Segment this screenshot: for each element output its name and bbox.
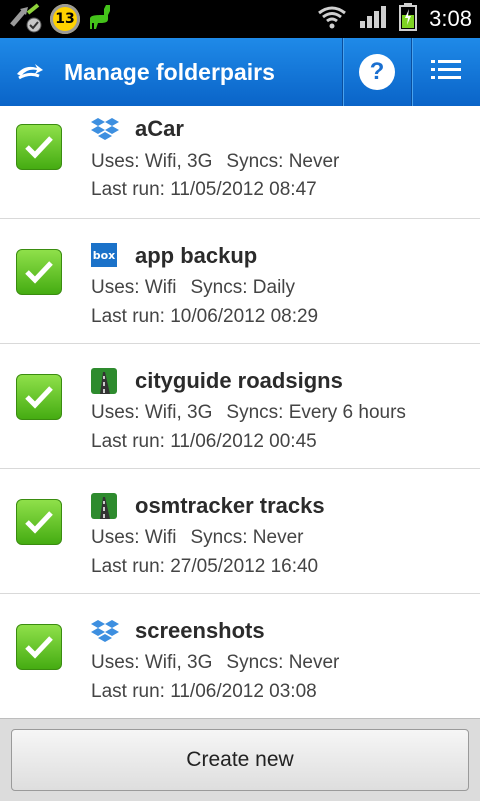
last-run-text: Last run: 11/05/2012 08:47 [91, 179, 317, 200]
list-item[interactable]: cityguide roadsigns Uses: Wifi, 3G Syncs:… [0, 344, 480, 469]
folderpair-name: app backup [135, 243, 258, 268]
syncs-text: Syncs: Every 6 hours [226, 402, 406, 423]
create-new-button[interactable]: Create new [11, 729, 469, 791]
folderpair-name: screenshots [135, 618, 265, 643]
folderpair-info: Uses: Wifi, 3G Syncs: Every 6 hours [91, 402, 406, 424]
wifi-icon [317, 5, 347, 33]
folderpair-info: Uses: Wifi Syncs: Never [91, 527, 303, 549]
syncs-text: Syncs: Never [226, 652, 340, 673]
battery-icon [399, 3, 418, 35]
menu-button[interactable] [411, 38, 480, 106]
syncs-text: Syncs: Daily [190, 277, 296, 298]
folderpair-name: osmtracker tracks [135, 493, 325, 518]
last-run-text: Last run: 27/05/2012 16:40 [91, 556, 319, 577]
enabled-checkbox[interactable] [16, 124, 62, 170]
last-run-text: Last run: 11/06/2012 00:45 [91, 431, 317, 452]
uses-text: Uses: Wifi, 3G [91, 402, 213, 423]
action-bar: Manage folderpairs ? [0, 38, 480, 106]
llama-icon [86, 1, 118, 37]
list-item[interactable]: aCar Uses: Wifi, 3G Syncs: Never Last run… [0, 106, 480, 219]
list-item[interactable]: osmtracker tracks Uses: Wifi Syncs: Never… [0, 469, 480, 594]
help-button[interactable]: ? [342, 38, 411, 106]
folderpair-info: Uses: Wifi, 3G Syncs: Never [91, 652, 339, 674]
folderpair-info: Uses: Wifi, 3G Syncs: Never [91, 151, 339, 173]
bottom-bar: Create new [0, 718, 480, 801]
uses-text: Uses: Wifi [91, 527, 177, 548]
uses-text: Uses: Wifi [91, 277, 177, 298]
last-run-text: Last run: 11/06/2012 03:08 [91, 681, 317, 702]
syncs-text: Syncs: Never [190, 527, 304, 548]
enabled-checkbox[interactable] [16, 499, 62, 545]
svg-text:box: box [93, 249, 116, 262]
dropbox-icon [91, 618, 119, 644]
clock: 3:08 [429, 6, 472, 31]
list-item[interactable]: screenshots Uses: Wifi, 3G Syncs: Never L… [0, 594, 480, 718]
last-run-text: Last run: 10/06/2012 08:29 [91, 306, 319, 327]
list-item[interactable]: box app backup Uses: Wifi Syncs: Daily La… [0, 219, 480, 344]
notification-badge: 13 [50, 4, 80, 34]
status-bar: 13 3:08 [0, 0, 480, 38]
uses-text: Uses: Wifi, 3G [91, 652, 213, 673]
enabled-checkbox[interactable] [16, 624, 62, 670]
road-icon [91, 368, 119, 394]
menu-icon [431, 58, 461, 86]
page-title: Manage folderpairs [64, 58, 275, 85]
help-icon: ? [359, 54, 395, 90]
syncs-text: Syncs: Never [226, 151, 340, 172]
sync-icon [8, 1, 44, 37]
signal-icon [359, 5, 387, 33]
folderpair-name: aCar [135, 116, 184, 141]
road-icon [91, 493, 119, 519]
enabled-checkbox[interactable] [16, 374, 62, 420]
enabled-checkbox[interactable] [16, 249, 62, 295]
uses-text: Uses: Wifi, 3G [91, 151, 213, 172]
folderpair-name: cityguide roadsigns [135, 368, 343, 393]
dropbox-icon [91, 116, 119, 142]
box-icon: box [91, 243, 119, 269]
folderpair-info: Uses: Wifi Syncs: Daily [91, 277, 295, 299]
folderpair-list[interactable]: aCar Uses: Wifi, 3G Syncs: Never Last run… [0, 106, 480, 718]
app-icon[interactable] [8, 38, 52, 106]
